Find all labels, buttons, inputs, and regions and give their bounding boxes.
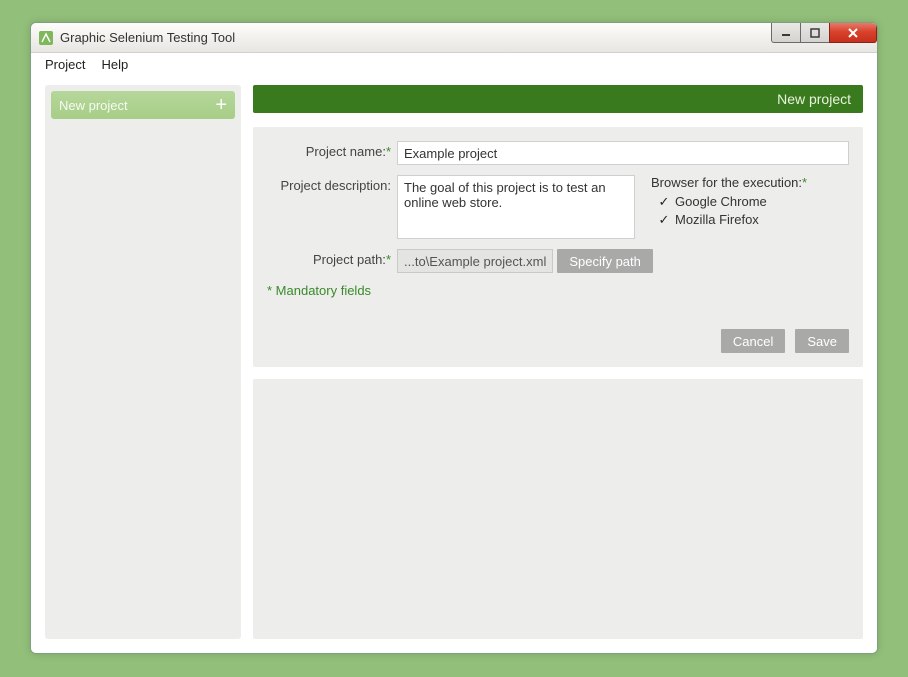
browser-chrome-label: Google Chrome bbox=[675, 194, 767, 209]
label-browsers: Browser for the execution:* bbox=[651, 175, 807, 190]
required-mark: * bbox=[386, 144, 391, 159]
menubar: Project Help bbox=[31, 53, 877, 75]
app-icon bbox=[38, 30, 54, 46]
window-title: Graphic Selenium Testing Tool bbox=[60, 30, 235, 45]
checkmark-icon: ✓ bbox=[657, 194, 671, 210]
input-project-name[interactable] bbox=[397, 141, 849, 165]
close-icon bbox=[847, 28, 859, 38]
section-header: New project bbox=[253, 85, 863, 113]
label-project-description: Project description: bbox=[267, 175, 397, 193]
app-window: Graphic Selenium Testing Tool Project He… bbox=[30, 22, 878, 654]
action-buttons: Cancel Save bbox=[717, 329, 849, 353]
plus-icon: + bbox=[215, 95, 227, 115]
menu-help[interactable]: Help bbox=[97, 55, 132, 74]
sidebar-new-project-button[interactable]: New project + bbox=[51, 91, 235, 119]
maximize-button[interactable] bbox=[800, 23, 830, 43]
sidebar-new-project-label: New project bbox=[59, 98, 128, 113]
sidebar: New project + bbox=[45, 85, 241, 639]
row-project-description: Project description: Browser for the exe… bbox=[267, 175, 849, 239]
window-controls bbox=[772, 23, 877, 43]
minimize-icon bbox=[781, 28, 791, 38]
menu-project[interactable]: Project bbox=[41, 55, 89, 74]
main-pane: New project Project name:* Project descr… bbox=[253, 85, 863, 639]
minimize-button[interactable] bbox=[771, 23, 801, 43]
browser-option-firefox[interactable]: ✓ Mozilla Firefox bbox=[657, 212, 807, 228]
required-mark: * bbox=[386, 252, 391, 267]
required-mark: * bbox=[802, 175, 807, 190]
maximize-icon bbox=[810, 28, 820, 38]
path-display: ...to\Example project.xml bbox=[397, 249, 553, 273]
label-project-name: Project name:* bbox=[267, 141, 397, 159]
browsers-group: Browser for the execution:* ✓ Google Chro… bbox=[651, 175, 807, 230]
textarea-project-description[interactable] bbox=[397, 175, 635, 239]
browser-option-chrome[interactable]: ✓ Google Chrome bbox=[657, 194, 807, 210]
specify-path-button[interactable]: Specify path bbox=[557, 249, 653, 273]
row-project-name: Project name:* bbox=[267, 141, 849, 165]
form-panel: Project name:* Project description: Brow… bbox=[253, 127, 863, 367]
browser-firefox-label: Mozilla Firefox bbox=[675, 212, 759, 227]
section-title: New project bbox=[777, 91, 851, 107]
row-project-path: Project path:* ...to\Example project.xml… bbox=[267, 249, 849, 273]
label-project-path: Project path:* bbox=[267, 249, 397, 267]
empty-panel bbox=[253, 379, 863, 639]
cancel-button[interactable]: Cancel bbox=[721, 329, 785, 353]
checkmark-icon: ✓ bbox=[657, 212, 671, 228]
save-button[interactable]: Save bbox=[795, 329, 849, 353]
workarea: New project + New project Project name:*… bbox=[31, 75, 877, 653]
titlebar[interactable]: Graphic Selenium Testing Tool bbox=[31, 23, 877, 53]
mandatory-note: * Mandatory fields bbox=[267, 283, 849, 298]
close-button[interactable] bbox=[829, 23, 877, 43]
